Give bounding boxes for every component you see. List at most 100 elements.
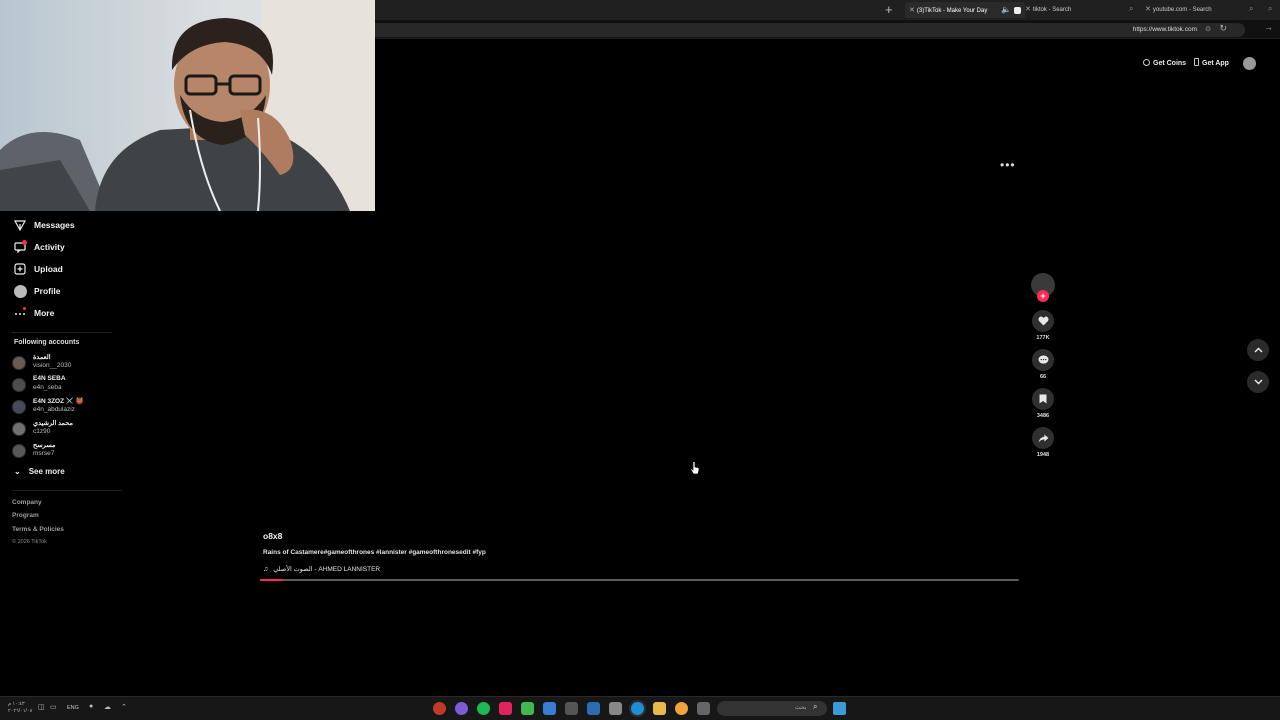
video-progress-bar[interactable] <box>260 579 1019 581</box>
account-name: E4N 3ZOZ ⚔️ 👹 <box>33 398 84 405</box>
language-indicator[interactable]: ENG <box>67 705 79 711</box>
user-avatar[interactable] <box>1243 57 1256 70</box>
edge-icon[interactable] <box>631 702 644 715</box>
following-account-item[interactable]: E4N SEBA e4n_seba <box>12 374 132 394</box>
chevron-down-icon: ⌄ <box>14 467 21 476</box>
tab-label: youtube.com - Search <box>1152 7 1212 13</box>
new-tab-button[interactable]: + <box>885 2 893 18</box>
see-more-button[interactable]: ⌄ See more <box>14 467 65 476</box>
messages-icon <box>13 218 27 232</box>
close-tab-icon[interactable]: ✕ <box>1025 6 1031 13</box>
app-icon[interactable] <box>455 702 468 715</box>
save-count: 3486 <box>1036 413 1050 419</box>
next-video-button[interactable] <box>1247 371 1269 393</box>
app-icon[interactable] <box>587 702 600 715</box>
sidebar-divider <box>12 490 122 491</box>
footer-link-program[interactable]: Program <box>12 512 39 519</box>
close-tab-icon[interactable]: ✕ <box>909 7 915 14</box>
spotify-icon[interactable] <box>477 702 490 715</box>
heart-icon <box>1032 310 1054 332</box>
app-icon[interactable] <box>609 702 622 715</box>
chevron-up-icon <box>1254 347 1262 353</box>
app-icon[interactable] <box>499 702 512 715</box>
start-icon[interactable] <box>833 702 846 715</box>
sidebar-item-label: Upload <box>34 264 63 274</box>
avatar <box>12 444 26 458</box>
get-app-label: Get App <box>1202 60 1229 67</box>
tab-search-icon[interactable]: ⌕ <box>1268 4 1272 14</box>
chevron-up-icon[interactable]: ⌃ <box>121 703 127 711</box>
comment-button[interactable]: 66 <box>1031 349 1055 380</box>
video-options-icon[interactable]: ••• <box>1000 158 1016 172</box>
tab-youtube-search[interactable]: ✕ youtube.com - Search <box>1145 2 1212 18</box>
hand-cursor-icon <box>690 461 700 475</box>
share-icon <box>1032 427 1054 449</box>
sidebar-divider <box>12 332 112 333</box>
sidebar-item-label: More <box>34 308 55 318</box>
chrome-icon[interactable] <box>675 702 688 715</box>
microphone-icon[interactable]: ● <box>89 703 93 710</box>
music-note-icon: ♫ <box>263 565 269 573</box>
account-username: msrse7 <box>33 450 55 457</box>
webcam-person-image <box>0 0 375 211</box>
sidebar-item-activity[interactable]: Activity <box>13 239 65 255</box>
speaker-icon[interactable]: 🔈 <box>1001 2 1011 18</box>
reload-icon[interactable]: ↻ <box>1219 23 1227 34</box>
like-button[interactable]: 177K <box>1031 310 1055 341</box>
search-icon: ⌕ <box>1249 4 1254 13</box>
lock-icon[interactable]: ⊙ <box>1205 25 1211 33</box>
following-account-item[interactable]: مسرسح msrse7 <box>12 440 132 460</box>
forward-arrow-icon[interactable]: → <box>1264 22 1273 32</box>
get-app-button[interactable]: Get App <box>1194 57 1229 71</box>
footer-link-company[interactable]: Company <box>12 499 42 506</box>
notification-dot <box>22 240 27 245</box>
close-tab-icon[interactable]: ✕ <box>1145 6 1151 13</box>
get-coins-button[interactable]: Get Coins <box>1143 57 1186 71</box>
upload-icon <box>13 262 27 276</box>
video-sound[interactable]: ♫ الصوت الأصلي - AHMED LANNISTER <box>263 565 381 574</box>
display-icon[interactable]: ▭ <box>50 703 57 711</box>
follow-plus-icon[interactable]: + <box>1037 290 1049 302</box>
avatar <box>12 400 26 414</box>
get-coins-label: Get Coins <box>1153 60 1187 67</box>
app-icon[interactable] <box>543 702 556 715</box>
notification-icon[interactable]: ◫ <box>38 703 45 711</box>
avatar <box>12 356 26 370</box>
following-account-item[interactable]: محمد الرشيدي c1z90 <box>12 418 132 438</box>
app-icon[interactable] <box>521 702 534 715</box>
sidebar-item-profile[interactable]: Profile <box>13 283 60 299</box>
file-explorer-icon[interactable] <box>653 702 666 715</box>
omnibox[interactable]: https://www.tiktok.com ⊙ ↻ <box>330 23 1245 37</box>
following-account-item[interactable]: العمدة vision__2030 <box>12 352 132 372</box>
following-account-item[interactable]: E4N 3ZOZ ⚔️ 👹 e4n_abdulaziz <box>12 396 132 416</box>
search-icon: ⌕ <box>1129 4 1134 13</box>
bookmark-icon <box>1032 388 1054 410</box>
previous-video-button[interactable] <box>1247 339 1269 361</box>
windows-taskbar: ١٠:٤٣ م ٢٠٢٦/٠١/٠٨ ◫ ▭ ENG ● ☁ ⌃ بحث ⌕ <box>0 696 1280 720</box>
sidebar-item-upload[interactable]: Upload <box>13 261 63 277</box>
sidebar-item-label: Profile <box>34 286 61 296</box>
search-icon: ⌕ <box>813 702 818 711</box>
sidebar-item-messages[interactable]: Messages <box>13 217 75 233</box>
tray-clock[interactable]: ١٠:٤٣ م ٢٠٢٦/٠١/٠٨ <box>8 701 32 715</box>
onedrive-icon[interactable]: ☁ <box>104 703 111 711</box>
taskbar-search[interactable]: بحث ⌕ <box>717 701 827 716</box>
app-icon[interactable] <box>433 702 446 715</box>
video-caption: Rains of Castamere#gameofthrones #lannis… <box>263 549 486 556</box>
video-author[interactable]: o8x8 <box>263 531 282 541</box>
tab-tiktok[interactable]: ✕ (3)TikTok - Make Your Day 🔈 <box>905 2 1025 18</box>
sidebar-item-more[interactable]: More <box>13 305 54 321</box>
sound-label: الصوت الأصلي - AHMED LANNISTER <box>273 566 381 573</box>
webcam-overlay <box>0 0 375 211</box>
save-button[interactable]: 3486 <box>1031 388 1055 419</box>
comment-icon <box>1032 349 1054 371</box>
tab-tiktok-search[interactable]: ✕ tiktok - Search <box>1025 2 1071 18</box>
account-name: محمد الرشيدي <box>33 420 73 427</box>
comment-count: 66 <box>1039 374 1047 380</box>
footer-link-terms[interactable]: Terms & Policies <box>12 526 64 533</box>
app-icon[interactable] <box>697 702 710 715</box>
tray-date: ٢٠٢٦/٠١/٠٨ <box>8 708 33 714</box>
settings-icon[interactable] <box>565 702 578 715</box>
share-button[interactable]: 1948 <box>1031 427 1055 458</box>
url-text[interactable]: https://www.tiktok.com <box>1133 25 1197 35</box>
